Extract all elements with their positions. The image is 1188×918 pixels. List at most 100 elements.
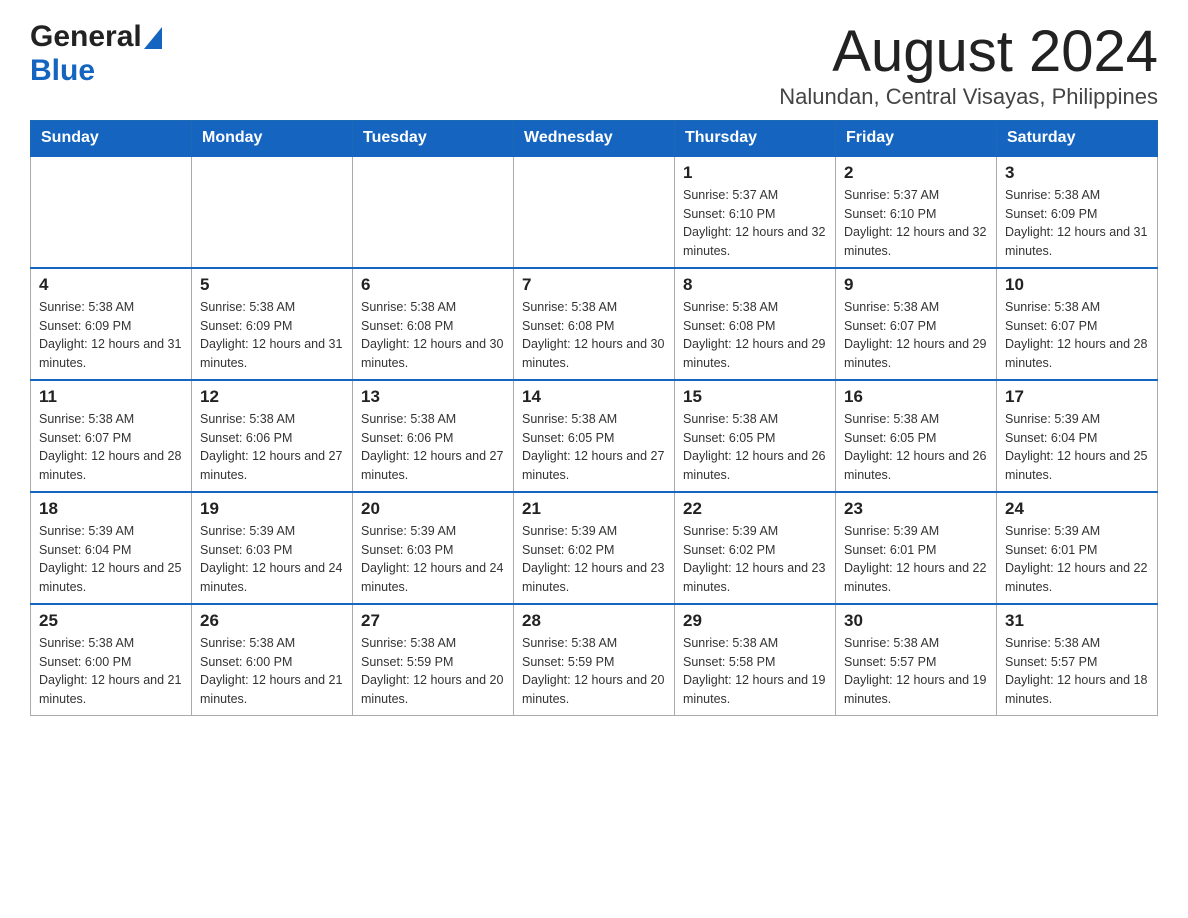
logo-blue-text: Blue [30, 54, 95, 88]
day-number: 19 [200, 499, 344, 519]
day-info: Sunrise: 5:38 AMSunset: 6:09 PMDaylight:… [39, 298, 183, 373]
day-info: Sunrise: 5:39 AMSunset: 6:02 PMDaylight:… [683, 522, 827, 597]
calendar-day-cell: 7 Sunrise: 5:38 AMSunset: 6:08 PMDaylight… [514, 268, 675, 380]
day-info: Sunrise: 5:39 AMSunset: 6:01 PMDaylight:… [1005, 522, 1149, 597]
calendar-day-cell: 4 Sunrise: 5:38 AMSunset: 6:09 PMDaylight… [31, 268, 192, 380]
day-number: 7 [522, 275, 666, 295]
day-info: Sunrise: 5:37 AMSunset: 6:10 PMDaylight:… [683, 186, 827, 261]
day-number: 2 [844, 163, 988, 183]
calendar-header-monday: Monday [192, 120, 353, 156]
calendar-day-cell: 25Sunrise: 5:38 AMSunset: 6:00 PMDayligh… [31, 604, 192, 716]
calendar-day-cell: 21 Sunrise: 5:39 AMSunset: 6:02 PMDayligh… [514, 492, 675, 604]
day-number: 1 [683, 163, 827, 183]
calendar-day-cell: 11 Sunrise: 5:38 AMSunset: 6:07 PMDayligh… [31, 380, 192, 492]
month-title: August 2024 [779, 20, 1158, 84]
day-number: 12 [200, 387, 344, 407]
day-info: Sunrise: 5:38 AMSunset: 6:07 PMDaylight:… [39, 410, 183, 485]
day-number: 13 [361, 387, 505, 407]
day-number: 10 [1005, 275, 1149, 295]
calendar-day-cell: 23 Sunrise: 5:39 AMSunset: 6:01 PMDayligh… [836, 492, 997, 604]
day-number: 5 [200, 275, 344, 295]
day-info: Sunrise: 5:38 AMSunset: 5:59 PMDaylight:… [522, 634, 666, 709]
calendar-day-cell: 22 Sunrise: 5:39 AMSunset: 6:02 PMDayligh… [675, 492, 836, 604]
calendar-day-cell: 28 Sunrise: 5:38 AMSunset: 5:59 PMDayligh… [514, 604, 675, 716]
day-number: 29 [683, 611, 827, 631]
day-number: 27 [361, 611, 505, 631]
calendar-header-row: SundayMondayTuesdayWednesdayThursdayFrid… [31, 120, 1158, 156]
day-number: 8 [683, 275, 827, 295]
calendar-day-cell: 16 Sunrise: 5:38 AMSunset: 6:05 PMDayligh… [836, 380, 997, 492]
calendar-week-row: 11 Sunrise: 5:38 AMSunset: 6:07 PMDayligh… [31, 380, 1158, 492]
calendar-day-cell [31, 156, 192, 268]
logo: General Blue [30, 20, 162, 88]
calendar-day-cell: 30Sunrise: 5:38 AMSunset: 5:57 PMDayligh… [836, 604, 997, 716]
calendar-day-cell: 1 Sunrise: 5:37 AMSunset: 6:10 PMDaylight… [675, 156, 836, 268]
day-info: Sunrise: 5:38 AMSunset: 6:09 PMDaylight:… [1005, 186, 1149, 261]
calendar-header-sunday: Sunday [31, 120, 192, 156]
day-info: Sunrise: 5:38 AMSunset: 5:59 PMDaylight:… [361, 634, 505, 709]
day-number: 20 [361, 499, 505, 519]
day-number: 11 [39, 387, 183, 407]
day-number: 9 [844, 275, 988, 295]
title-block: August 2024 Nalundan, Central Visayas, P… [779, 20, 1158, 110]
day-info: Sunrise: 5:38 AMSunset: 6:05 PMDaylight:… [683, 410, 827, 485]
day-info: Sunrise: 5:38 AMSunset: 6:07 PMDaylight:… [844, 298, 988, 373]
day-info: Sunrise: 5:39 AMSunset: 6:02 PMDaylight:… [522, 522, 666, 597]
day-info: Sunrise: 5:38 AMSunset: 5:57 PMDaylight:… [844, 634, 988, 709]
calendar-table: SundayMondayTuesdayWednesdayThursdayFrid… [30, 120, 1158, 716]
day-number: 14 [522, 387, 666, 407]
day-number: 6 [361, 275, 505, 295]
day-number: 31 [1005, 611, 1149, 631]
day-info: Sunrise: 5:38 AMSunset: 6:06 PMDaylight:… [361, 410, 505, 485]
day-info: Sunrise: 5:38 AMSunset: 6:08 PMDaylight:… [683, 298, 827, 373]
day-info: Sunrise: 5:39 AMSunset: 6:01 PMDaylight:… [844, 522, 988, 597]
calendar-week-row: 4 Sunrise: 5:38 AMSunset: 6:09 PMDaylight… [31, 268, 1158, 380]
calendar-day-cell: 17 Sunrise: 5:39 AMSunset: 6:04 PMDayligh… [997, 380, 1158, 492]
calendar-week-row: 18 Sunrise: 5:39 AMSunset: 6:04 PMDayligh… [31, 492, 1158, 604]
day-info: Sunrise: 5:38 AMSunset: 6:08 PMDaylight:… [522, 298, 666, 373]
calendar-header-wednesday: Wednesday [514, 120, 675, 156]
logo-triangle-icon [144, 27, 162, 49]
calendar-header-thursday: Thursday [675, 120, 836, 156]
calendar-day-cell: 8 Sunrise: 5:38 AMSunset: 6:08 PMDaylight… [675, 268, 836, 380]
day-number: 24 [1005, 499, 1149, 519]
calendar-day-cell: 12 Sunrise: 5:38 AMSunset: 6:06 PMDayligh… [192, 380, 353, 492]
day-number: 17 [1005, 387, 1149, 407]
calendar-day-cell: 10 Sunrise: 5:38 AMSunset: 6:07 PMDayligh… [997, 268, 1158, 380]
calendar-week-row: 25Sunrise: 5:38 AMSunset: 6:00 PMDayligh… [31, 604, 1158, 716]
day-info: Sunrise: 5:38 AMSunset: 6:07 PMDaylight:… [1005, 298, 1149, 373]
calendar-week-row: 1 Sunrise: 5:37 AMSunset: 6:10 PMDaylight… [31, 156, 1158, 268]
day-info: Sunrise: 5:38 AMSunset: 5:57 PMDaylight:… [1005, 634, 1149, 709]
page-header: General Blue August 2024 Nalundan, Centr… [30, 20, 1158, 110]
calendar-day-cell: 5 Sunrise: 5:38 AMSunset: 6:09 PMDaylight… [192, 268, 353, 380]
day-info: Sunrise: 5:38 AMSunset: 5:58 PMDaylight:… [683, 634, 827, 709]
calendar-day-cell: 27 Sunrise: 5:38 AMSunset: 5:59 PMDayligh… [353, 604, 514, 716]
day-info: Sunrise: 5:38 AMSunset: 6:00 PMDaylight:… [39, 634, 183, 709]
day-info: Sunrise: 5:38 AMSunset: 6:09 PMDaylight:… [200, 298, 344, 373]
day-number: 15 [683, 387, 827, 407]
day-info: Sunrise: 5:37 AMSunset: 6:10 PMDaylight:… [844, 186, 988, 261]
calendar-day-cell: 19 Sunrise: 5:39 AMSunset: 6:03 PMDayligh… [192, 492, 353, 604]
calendar-day-cell [353, 156, 514, 268]
day-number: 4 [39, 275, 183, 295]
day-number: 18 [39, 499, 183, 519]
day-info: Sunrise: 5:38 AMSunset: 6:05 PMDaylight:… [844, 410, 988, 485]
day-number: 16 [844, 387, 988, 407]
day-number: 3 [1005, 163, 1149, 183]
day-info: Sunrise: 5:39 AMSunset: 6:04 PMDaylight:… [39, 522, 183, 597]
calendar-day-cell: 13 Sunrise: 5:38 AMSunset: 6:06 PMDayligh… [353, 380, 514, 492]
day-info: Sunrise: 5:39 AMSunset: 6:03 PMDaylight:… [361, 522, 505, 597]
day-number: 23 [844, 499, 988, 519]
day-info: Sunrise: 5:39 AMSunset: 6:04 PMDaylight:… [1005, 410, 1149, 485]
day-number: 22 [683, 499, 827, 519]
day-info: Sunrise: 5:39 AMSunset: 6:03 PMDaylight:… [200, 522, 344, 597]
day-number: 26 [200, 611, 344, 631]
calendar-day-cell: 24 Sunrise: 5:39 AMSunset: 6:01 PMDayligh… [997, 492, 1158, 604]
calendar-header-saturday: Saturday [997, 120, 1158, 156]
calendar-day-cell: 29 Sunrise: 5:38 AMSunset: 5:58 PMDayligh… [675, 604, 836, 716]
day-number: 21 [522, 499, 666, 519]
day-info: Sunrise: 5:38 AMSunset: 6:06 PMDaylight:… [200, 410, 344, 485]
calendar-day-cell: 31 Sunrise: 5:38 AMSunset: 5:57 PMDayligh… [997, 604, 1158, 716]
day-info: Sunrise: 5:38 AMSunset: 6:08 PMDaylight:… [361, 298, 505, 373]
day-number: 28 [522, 611, 666, 631]
